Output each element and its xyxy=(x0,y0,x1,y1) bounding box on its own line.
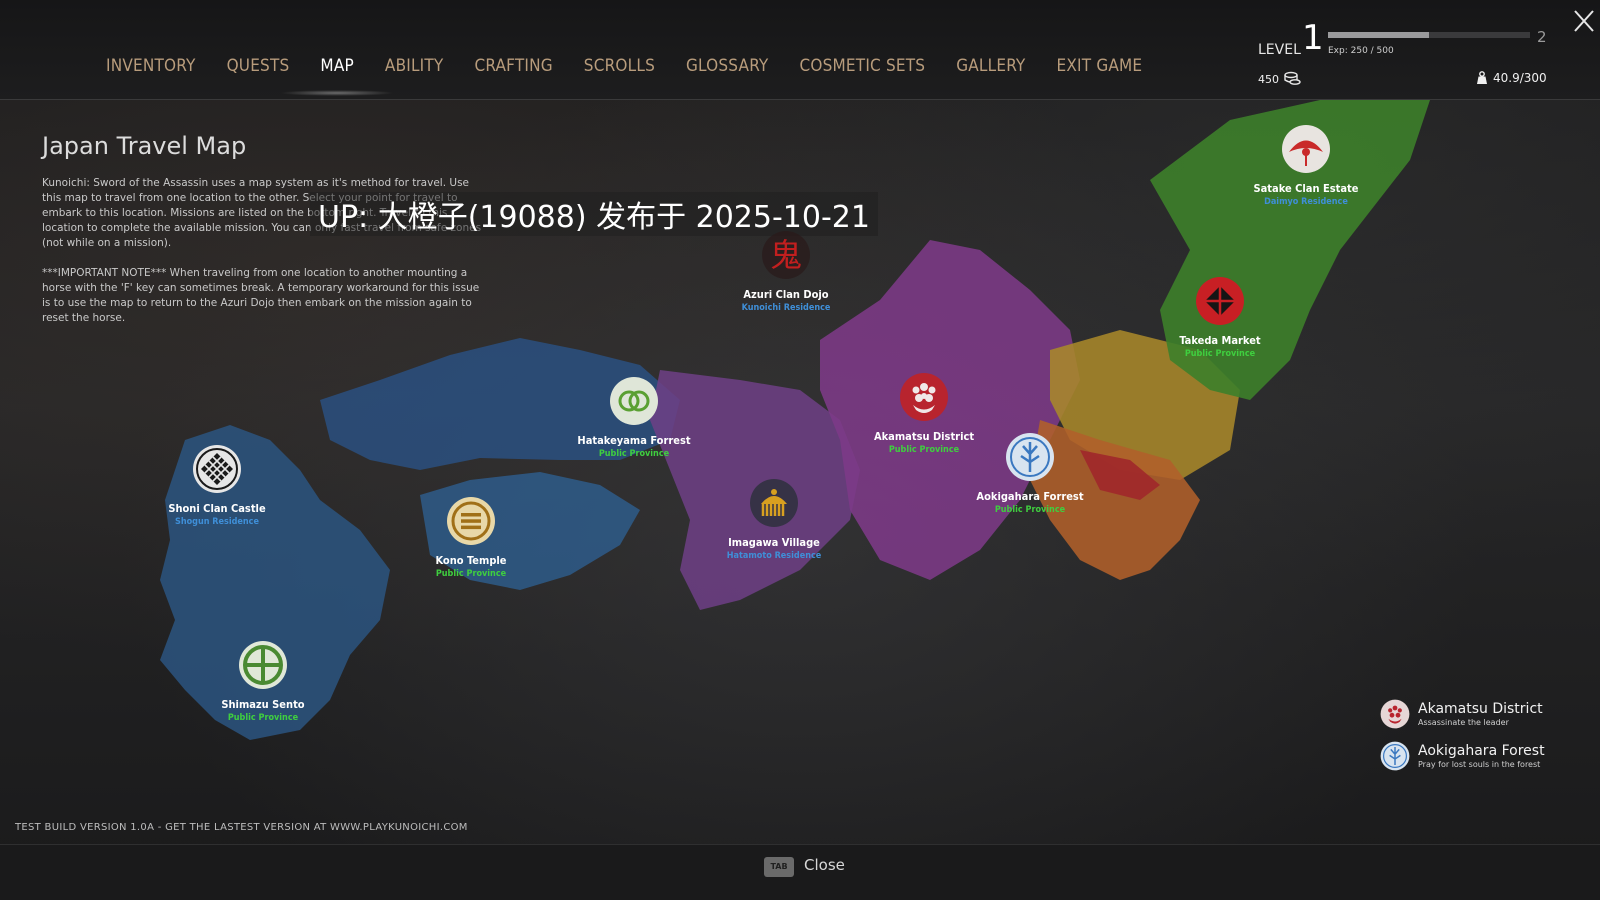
tab-ability[interactable]: ABILITY xyxy=(385,56,444,76)
tab-gallery[interactable]: GALLERY xyxy=(956,56,1025,76)
location-hatakeyama-forrest[interactable]: Hatakeyama Forrest Public Province xyxy=(549,376,719,459)
location-name: Takeda Market xyxy=(1179,334,1261,347)
tab-key-icon: TAB xyxy=(764,857,794,877)
location-type: Public Province xyxy=(435,569,507,579)
location-name: Imagawa Village xyxy=(728,536,820,549)
bottom-bar xyxy=(0,844,1600,900)
exp-text: Exp: 250 / 500 xyxy=(1328,46,1394,56)
cross-circle-crest-icon xyxy=(239,641,287,689)
svg-text:鬼: 鬼 xyxy=(770,236,802,274)
location-type: Public Province xyxy=(994,505,1066,515)
mission-subtitle: Pray for lost souls in the forest xyxy=(1418,760,1541,769)
tab-quests[interactable]: QUESTS xyxy=(227,56,290,76)
main-nav: INVENTORY QUESTS MAP ABILITY CRAFTING SC… xyxy=(106,56,1173,96)
mission-subtitle: Assassinate the leader xyxy=(1418,718,1509,727)
mission-item[interactable]: Akamatsu District Assassinate the leader xyxy=(1380,699,1543,729)
location-type: Hatamoto Residence xyxy=(726,551,822,561)
exp-bar xyxy=(1328,32,1530,38)
location-azuri-clan-dojo[interactable]: 鬼 Azuri Clan Dojo Kunoichi Residence xyxy=(701,230,871,313)
weight-value: 40.9/300 xyxy=(1493,71,1547,85)
close-icon[interactable] xyxy=(1572,6,1596,34)
location-name: Aokigahara Forrest xyxy=(976,490,1084,503)
rings-crest-icon xyxy=(610,377,658,425)
mission-text: Akamatsu District Assassinate the leader xyxy=(1418,701,1543,727)
tab-scrolls[interactable]: SCROLLS xyxy=(584,56,655,76)
location-takeda-market[interactable]: Takeda Market Public Province xyxy=(1135,276,1305,359)
paulownia-crest-icon xyxy=(1380,699,1410,729)
location-type: Public Province xyxy=(227,713,299,723)
coins-value: 450 xyxy=(1258,72,1279,86)
lattice-crest-icon xyxy=(193,445,241,493)
top-bar: INVENTORY QUESTS MAP ABILITY CRAFTING SC… xyxy=(0,0,1600,100)
location-name: Azuri Clan Dojo xyxy=(743,288,829,301)
location-imagawa-village[interactable]: Imagawa Village Hatamoto Residence xyxy=(689,478,859,561)
tab-inventory[interactable]: INVENTORY xyxy=(106,56,196,76)
location-type: Public Province xyxy=(598,449,670,459)
bamboo-crest-icon xyxy=(1006,433,1054,481)
build-version-text: TEST BUILD VERSION 1.0A - GET THE LASTES… xyxy=(15,822,468,833)
weight-display: 40.9/300 xyxy=(1476,71,1547,85)
kanji-crest-icon: 鬼 xyxy=(762,231,810,279)
close-button[interactable]: Close xyxy=(804,856,845,874)
level-label: LEVEL xyxy=(1258,42,1301,58)
location-shoni-clan-castle[interactable]: Shoni Clan Castle Shogun Residence xyxy=(132,444,302,527)
tab-exit-game[interactable]: EXIT GAME xyxy=(1056,56,1142,76)
mission-item[interactable]: Aokigahara Forest Pray for lost souls in… xyxy=(1380,741,1545,771)
fan-crest-icon xyxy=(1282,125,1330,173)
location-name: Satake Clan Estate xyxy=(1253,182,1359,195)
paulownia-crest-icon xyxy=(900,373,948,421)
tab-glossary[interactable]: GLOSSARY xyxy=(686,56,768,76)
location-name: Hatakeyama Forrest xyxy=(577,434,691,447)
exp-bar-fill xyxy=(1328,32,1429,38)
location-shimazu-sento[interactable]: Shimazu Sento Public Province xyxy=(178,640,348,723)
location-aokigahara-forrest[interactable]: Aokigahara Forrest Public Province xyxy=(945,432,1115,515)
coins-display: 450 xyxy=(1258,71,1301,87)
location-satake-clan-estate[interactable]: Satake Clan Estate Daimyo Residence xyxy=(1221,124,1391,207)
page-title: Japan Travel Map xyxy=(42,132,247,160)
location-type: Daimyo Residence xyxy=(1264,197,1348,207)
diamond-crest-icon xyxy=(1196,277,1244,325)
mission-title: Akamatsu District xyxy=(1418,701,1543,717)
location-type: Shogun Residence xyxy=(175,517,259,527)
comb-crest-icon xyxy=(750,479,798,527)
level-number: 1 xyxy=(1302,18,1324,58)
tab-cosmetic-sets[interactable]: COSMETIC SETS xyxy=(799,56,925,76)
weight-icon xyxy=(1477,71,1487,84)
location-type: Public Province xyxy=(1184,349,1256,359)
location-name: Shimazu Sento xyxy=(221,698,305,711)
next-level-number: 2 xyxy=(1537,28,1547,46)
location-kono-temple[interactable]: Kono Temple Public Province xyxy=(386,496,556,579)
important-note: ***IMPORTANT NOTE*** When traveling from… xyxy=(42,267,480,324)
location-name: Shoni Clan Castle xyxy=(168,502,266,515)
coins-icon xyxy=(1284,71,1301,85)
mission-title: Aokigahara Forest xyxy=(1418,743,1545,759)
tab-map[interactable]: MAP xyxy=(279,56,395,96)
bamboo-crest-icon xyxy=(1380,741,1410,771)
location-type: Kunoichi Residence xyxy=(741,303,831,313)
bars-crest-icon xyxy=(447,497,495,545)
tab-crafting[interactable]: CRAFTING xyxy=(474,56,552,76)
mission-text: Aokigahara Forest Pray for lost souls in… xyxy=(1418,743,1545,769)
location-name: Kono Temple xyxy=(435,554,507,567)
